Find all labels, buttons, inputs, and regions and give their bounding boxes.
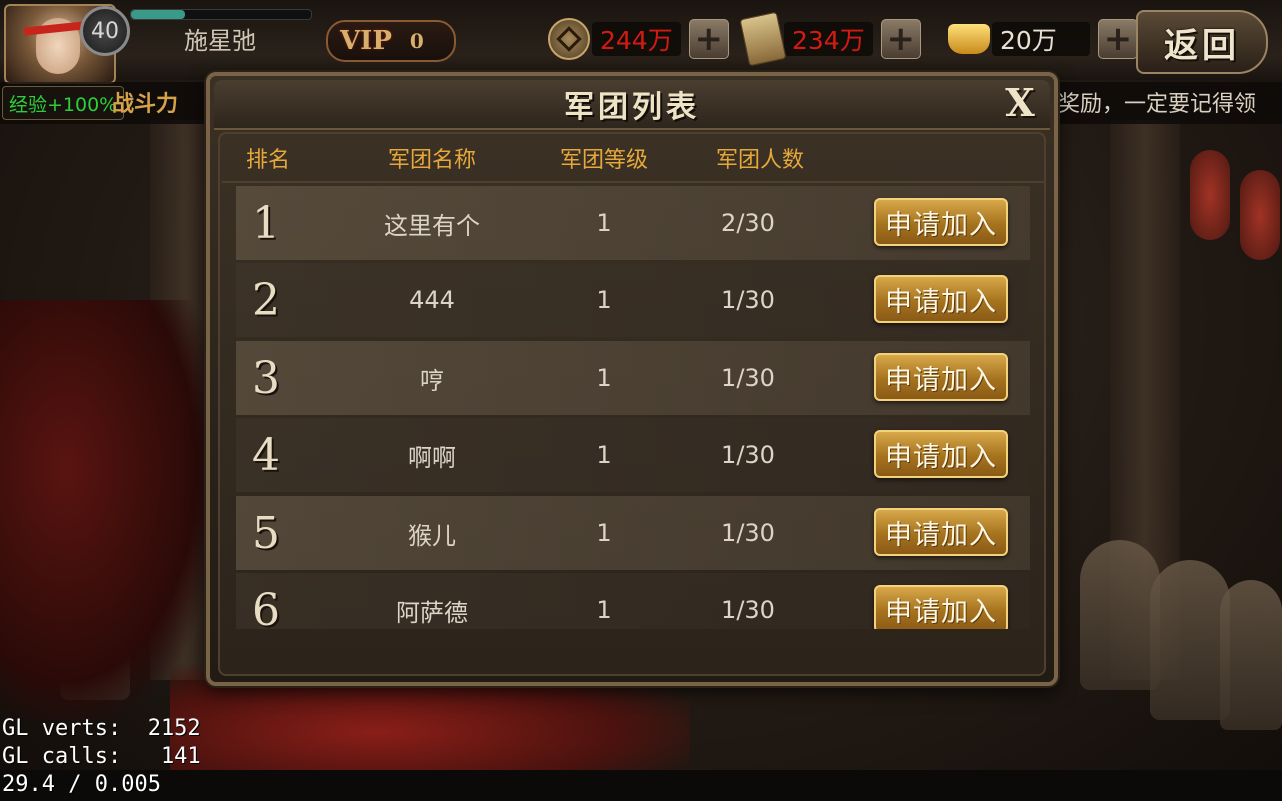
apply-join-button[interactable]: 申请加入 xyxy=(874,275,1008,323)
currency-gold: 20万 + xyxy=(948,19,1138,59)
apply-join-button[interactable]: 申请加入 xyxy=(874,353,1008,401)
return-button[interactable]: 返回 xyxy=(1136,10,1268,74)
exp-bonus-badge: 经验+100% xyxy=(2,86,125,120)
row-legion-name: 猴儿 xyxy=(408,521,456,550)
row-legion-members: 1/30 xyxy=(721,519,775,547)
row-legion-level: 1 xyxy=(596,596,612,624)
row-rank: 6 xyxy=(252,584,280,630)
bottom-strip xyxy=(0,770,1282,801)
announcement-marquee: 奖励，一定要记得领 xyxy=(1058,92,1257,117)
coin-amount: 244万 xyxy=(592,22,681,56)
header-divider xyxy=(222,181,1044,183)
combat-power-label: 战斗力 xyxy=(112,91,179,117)
player-name: 施星弛 xyxy=(184,26,256,55)
row-rank: 3 xyxy=(252,352,280,404)
close-button[interactable]: X xyxy=(1000,80,1040,125)
apply-join-button[interactable]: 申请加入 xyxy=(874,198,1008,246)
coin-icon xyxy=(548,18,590,60)
row-legion-level: 1 xyxy=(596,286,612,314)
row-legion-members: 2/30 xyxy=(721,209,775,237)
add-gold-button[interactable]: + xyxy=(1098,19,1138,59)
legion-row: 4 啊啊 1 1/30 申请加入 xyxy=(236,418,1030,492)
apply-join-button[interactable]: 申请加入 xyxy=(874,585,1008,629)
token-amount: 234万 xyxy=(784,22,873,56)
row-legion-name: 444 xyxy=(409,286,455,314)
debug-gl-verts: GL verts: 2152 xyxy=(2,716,201,741)
background-soldier xyxy=(1080,540,1160,690)
column-header-level: 军团等级 xyxy=(559,148,648,173)
debug-fps: 29.4 / 0.005 xyxy=(2,772,161,797)
column-header-members: 军团人数 xyxy=(715,148,804,173)
column-header-name: 军团名称 xyxy=(387,148,476,173)
add-tokens-button[interactable]: + xyxy=(880,19,921,59)
debug-gl-calls: GL calls: 141 xyxy=(2,744,201,769)
player-level-badge: 40 xyxy=(80,6,130,56)
row-legion-members: 1/30 xyxy=(721,364,775,392)
row-legion-name: 哼 xyxy=(420,366,444,395)
row-legion-level: 1 xyxy=(596,209,612,237)
row-legion-members: 1/30 xyxy=(721,596,775,624)
row-legion-level: 1 xyxy=(596,441,612,469)
row-rank: 5 xyxy=(252,507,280,559)
row-rank: 2 xyxy=(252,274,280,326)
row-rank: 4 xyxy=(252,429,280,481)
row-legion-members: 1/30 xyxy=(721,286,775,314)
gold-amount: 20万 xyxy=(992,22,1090,56)
row-legion-name: 这里有个 xyxy=(384,211,480,240)
vip-level: 0 xyxy=(409,29,424,53)
background-soldier xyxy=(1150,560,1230,720)
legion-row: 2 444 1 1/30 申请加入 xyxy=(236,263,1030,337)
background-lantern xyxy=(1190,150,1230,240)
add-coins-button[interactable]: + xyxy=(688,19,729,59)
currency-coins: 244万 + xyxy=(548,18,729,60)
row-legion-level: 1 xyxy=(596,519,612,547)
hero-hair xyxy=(0,300,220,720)
legion-row: 5 猴儿 1 1/30 申请加入 xyxy=(236,496,1030,570)
currency-tokens: 234万 + xyxy=(739,11,921,67)
row-legion-level: 1 xyxy=(596,364,612,392)
column-header-rank: 排名 xyxy=(245,148,290,173)
background-lantern xyxy=(1240,170,1280,260)
exp-bar-fill xyxy=(131,10,185,19)
row-legion-name: 啊啊 xyxy=(408,443,456,472)
legion-row: 1 这里有个 1 2/30 申请加入 xyxy=(236,186,1030,260)
row-legion-name: 阿萨德 xyxy=(396,598,468,627)
row-legion-members: 1/30 xyxy=(721,441,775,469)
dialog-title: 军团列表 xyxy=(564,90,700,125)
legion-row: 3 哼 1 1/30 申请加入 xyxy=(236,341,1030,415)
vip-label: VIP xyxy=(340,26,392,56)
row-rank: 1 xyxy=(252,197,280,249)
background-soldier xyxy=(1220,580,1282,730)
legion-row: 6 阿萨德 1 1/30 申请加入 xyxy=(236,573,1030,629)
gold-ingot-icon xyxy=(948,24,990,54)
dialog-header: 军团列表 xyxy=(214,80,1050,130)
apply-join-button[interactable]: 申请加入 xyxy=(874,430,1008,478)
exp-bar xyxy=(130,9,312,20)
apply-join-button[interactable]: 申请加入 xyxy=(874,508,1008,556)
vip-badge[interactable]: VIP 0 xyxy=(326,20,456,62)
